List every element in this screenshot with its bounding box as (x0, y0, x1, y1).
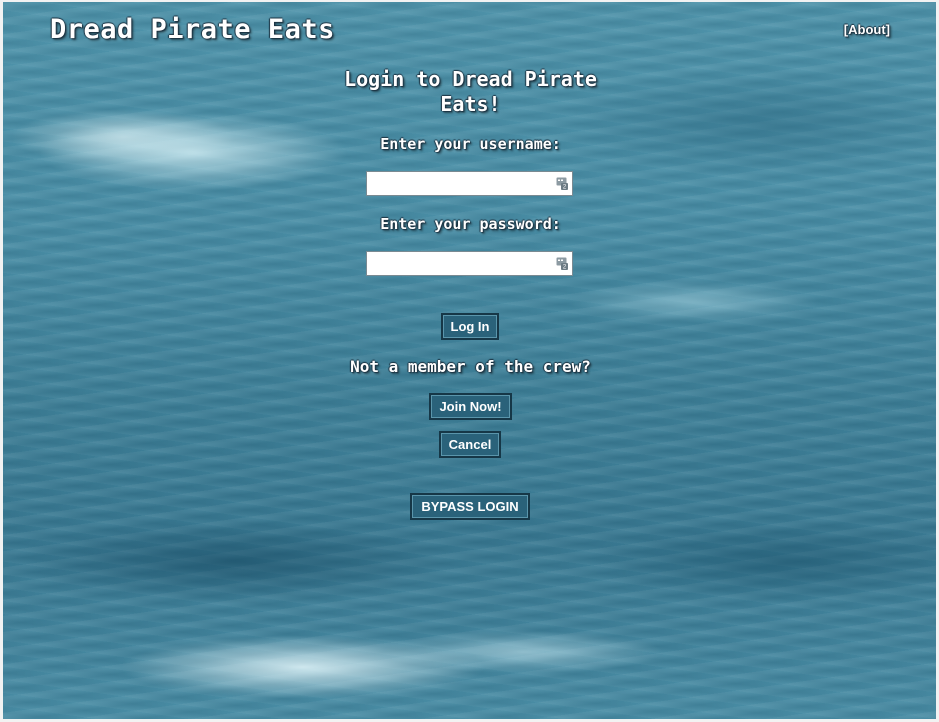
join-now-button[interactable]: Join Now! (429, 393, 512, 420)
username-field-container: 2 (366, 171, 573, 196)
password-field-container: 2 (366, 251, 573, 276)
username-input[interactable] (367, 172, 555, 195)
password-input[interactable] (367, 252, 555, 275)
cancel-button[interactable]: Cancel (439, 431, 501, 458)
about-link[interactable]: [About] (844, 22, 890, 37)
autofill-key-icon[interactable]: 2 (556, 177, 568, 190)
not-member-text: Not a member of the crew? (350, 357, 591, 376)
page-background: Dread Pirate Eats [About] Login to Dread… (3, 2, 936, 719)
login-button[interactable]: Log In (441, 313, 499, 340)
password-label: Enter your password: (380, 215, 561, 233)
site-title: Dread Pirate Eats (50, 14, 335, 45)
username-label: Enter your username: (380, 135, 561, 153)
bypass-login-button[interactable]: BYPASS LOGIN (410, 493, 530, 520)
login-heading: Login to Dread Pirate Eats! (344, 67, 597, 116)
autofill-key-icon[interactable]: 2 (556, 257, 568, 270)
